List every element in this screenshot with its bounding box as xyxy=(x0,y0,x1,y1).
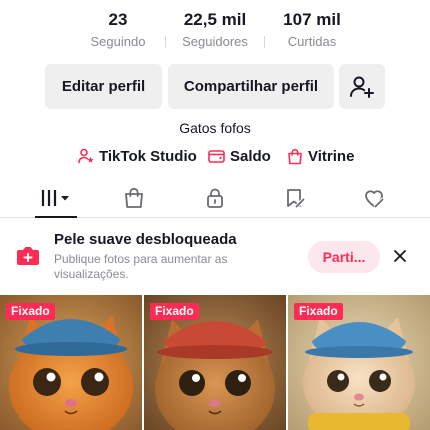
showcase-label: Vitrine xyxy=(308,147,355,165)
profile-tabs xyxy=(0,178,430,218)
studio-icon xyxy=(78,148,94,164)
pinned-badge: Fixado xyxy=(150,303,199,320)
lock-icon xyxy=(207,188,223,208)
tab-videos[interactable] xyxy=(31,178,81,217)
saved-bookmark-icon xyxy=(287,188,306,208)
share-profile-button[interactable]: Compartilhar perfil xyxy=(168,64,334,109)
shopping-bag-icon xyxy=(288,148,302,164)
likes-label: Curtidas xyxy=(287,34,337,49)
profile-stats: 23 Seguindo 22,5 mil Seguidores 107 mil … xyxy=(0,8,430,56)
tab-private[interactable] xyxy=(190,178,240,217)
banner-description: Publique fotos para aumentar as visualiz… xyxy=(54,252,228,281)
showcase-link[interactable]: Vitrine xyxy=(287,145,354,167)
followers-count: 22,5 mil xyxy=(183,10,247,29)
profile-bio: Gatos fofos xyxy=(179,120,251,136)
tiktok-studio-label: TikTok Studio xyxy=(99,147,197,165)
following-stat[interactable]: 23 Seguindo xyxy=(68,8,168,51)
following-count: 23 xyxy=(108,10,128,29)
followers-label: Seguidores xyxy=(182,34,248,49)
pinned-badge: Fixado xyxy=(294,303,343,320)
followers-stat[interactable]: 22,5 mil Seguidores xyxy=(165,8,265,51)
tiktok-studio-link[interactable]: TikTok Studio xyxy=(78,145,197,167)
videos-grid-icon xyxy=(41,189,69,206)
banner-title: Pele suave desbloqueada xyxy=(54,231,237,248)
add-friends-button[interactable] xyxy=(339,64,385,109)
profile-links: TikTok Studio Saldo Vitrine xyxy=(0,145,430,167)
beauty-filter-icon xyxy=(17,247,39,265)
close-icon[interactable] xyxy=(391,247,409,265)
tab-saved[interactable] xyxy=(270,178,320,217)
video-thumbnail[interactable]: Fixado xyxy=(288,295,430,430)
edit-profile-button[interactable]: Editar perfil xyxy=(45,64,162,109)
pinned-badge: Fixado xyxy=(6,303,55,320)
balance-label: Saldo xyxy=(230,147,271,165)
tab-liked[interactable] xyxy=(349,178,399,217)
banner-action-button[interactable]: Parti... xyxy=(308,241,380,273)
tab-shop[interactable] xyxy=(109,178,159,217)
video-thumbnail[interactable]: Fixado xyxy=(0,295,142,430)
balance-link[interactable]: Saldo xyxy=(208,145,271,167)
shop-bag-icon xyxy=(125,187,143,208)
wallet-icon xyxy=(208,150,225,163)
active-tab-indicator xyxy=(35,216,77,218)
profile-actions: Editar perfil Compartilhar perfil xyxy=(0,64,430,110)
video-grid: Fixado Fixado Fixado xyxy=(0,295,430,430)
following-label: Seguindo xyxy=(90,34,146,49)
person-add-icon xyxy=(350,76,374,98)
likes-stat[interactable]: 107 mil Curtidas xyxy=(262,8,362,51)
liked-heart-icon xyxy=(365,189,385,208)
likes-count: 107 mil xyxy=(283,10,341,29)
promo-banner: Pele suave desbloqueada Publique fotos p… xyxy=(0,222,430,292)
video-thumbnail[interactable]: Fixado xyxy=(144,295,286,430)
